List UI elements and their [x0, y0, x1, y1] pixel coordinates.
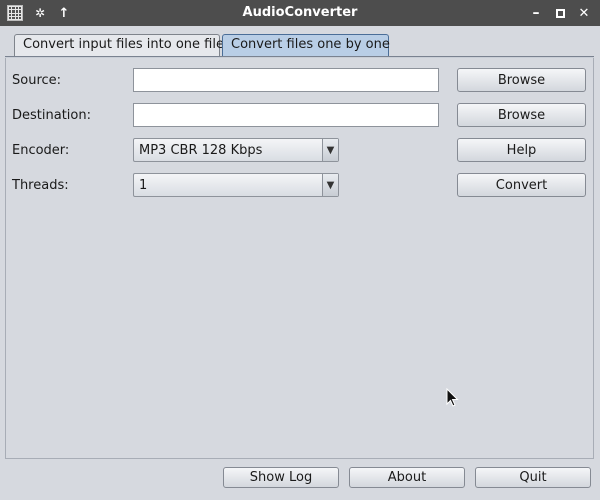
- about-button[interactable]: About: [349, 467, 465, 488]
- threads-select[interactable]: 1 ▼: [133, 173, 339, 197]
- close-icon[interactable]: ✕: [575, 4, 593, 22]
- mouse-cursor-icon: [446, 388, 459, 407]
- encoder-select[interactable]: MP3 CBR 128 Kbps ▼: [133, 138, 339, 162]
- tab-convert-one-by-one[interactable]: Convert files one by one: [222, 34, 390, 56]
- quit-button[interactable]: Quit: [475, 467, 591, 488]
- title-bar: ✲ ↑ AudioConverter – ✕: [0, 0, 600, 26]
- source-label: Source:: [12, 73, 62, 88]
- chevron-down-icon[interactable]: ▼: [322, 174, 338, 196]
- destination-label: Destination:: [12, 108, 91, 123]
- encoder-value: MP3 CBR 128 Kbps: [139, 143, 263, 158]
- encoder-label: Encoder:: [12, 143, 70, 158]
- tab-convert-into-one-file[interactable]: Convert input files into one file: [14, 34, 224, 56]
- maximize-icon[interactable]: [551, 4, 569, 22]
- threads-value: 1: [139, 178, 148, 193]
- source-browse-button[interactable]: Browse: [457, 68, 586, 92]
- chevron-down-icon[interactable]: ▼: [322, 139, 338, 161]
- minimize-icon[interactable]: –: [527, 4, 545, 22]
- threads-label: Threads:: [12, 178, 69, 193]
- window-title: AudioConverter: [242, 5, 358, 20]
- show-log-button[interactable]: Show Log: [223, 467, 339, 488]
- destination-input[interactable]: [133, 103, 439, 127]
- source-input[interactable]: [133, 68, 439, 92]
- destination-browse-button[interactable]: Browse: [457, 103, 586, 127]
- help-button[interactable]: Help: [457, 138, 586, 162]
- convert-button[interactable]: Convert: [457, 173, 586, 197]
